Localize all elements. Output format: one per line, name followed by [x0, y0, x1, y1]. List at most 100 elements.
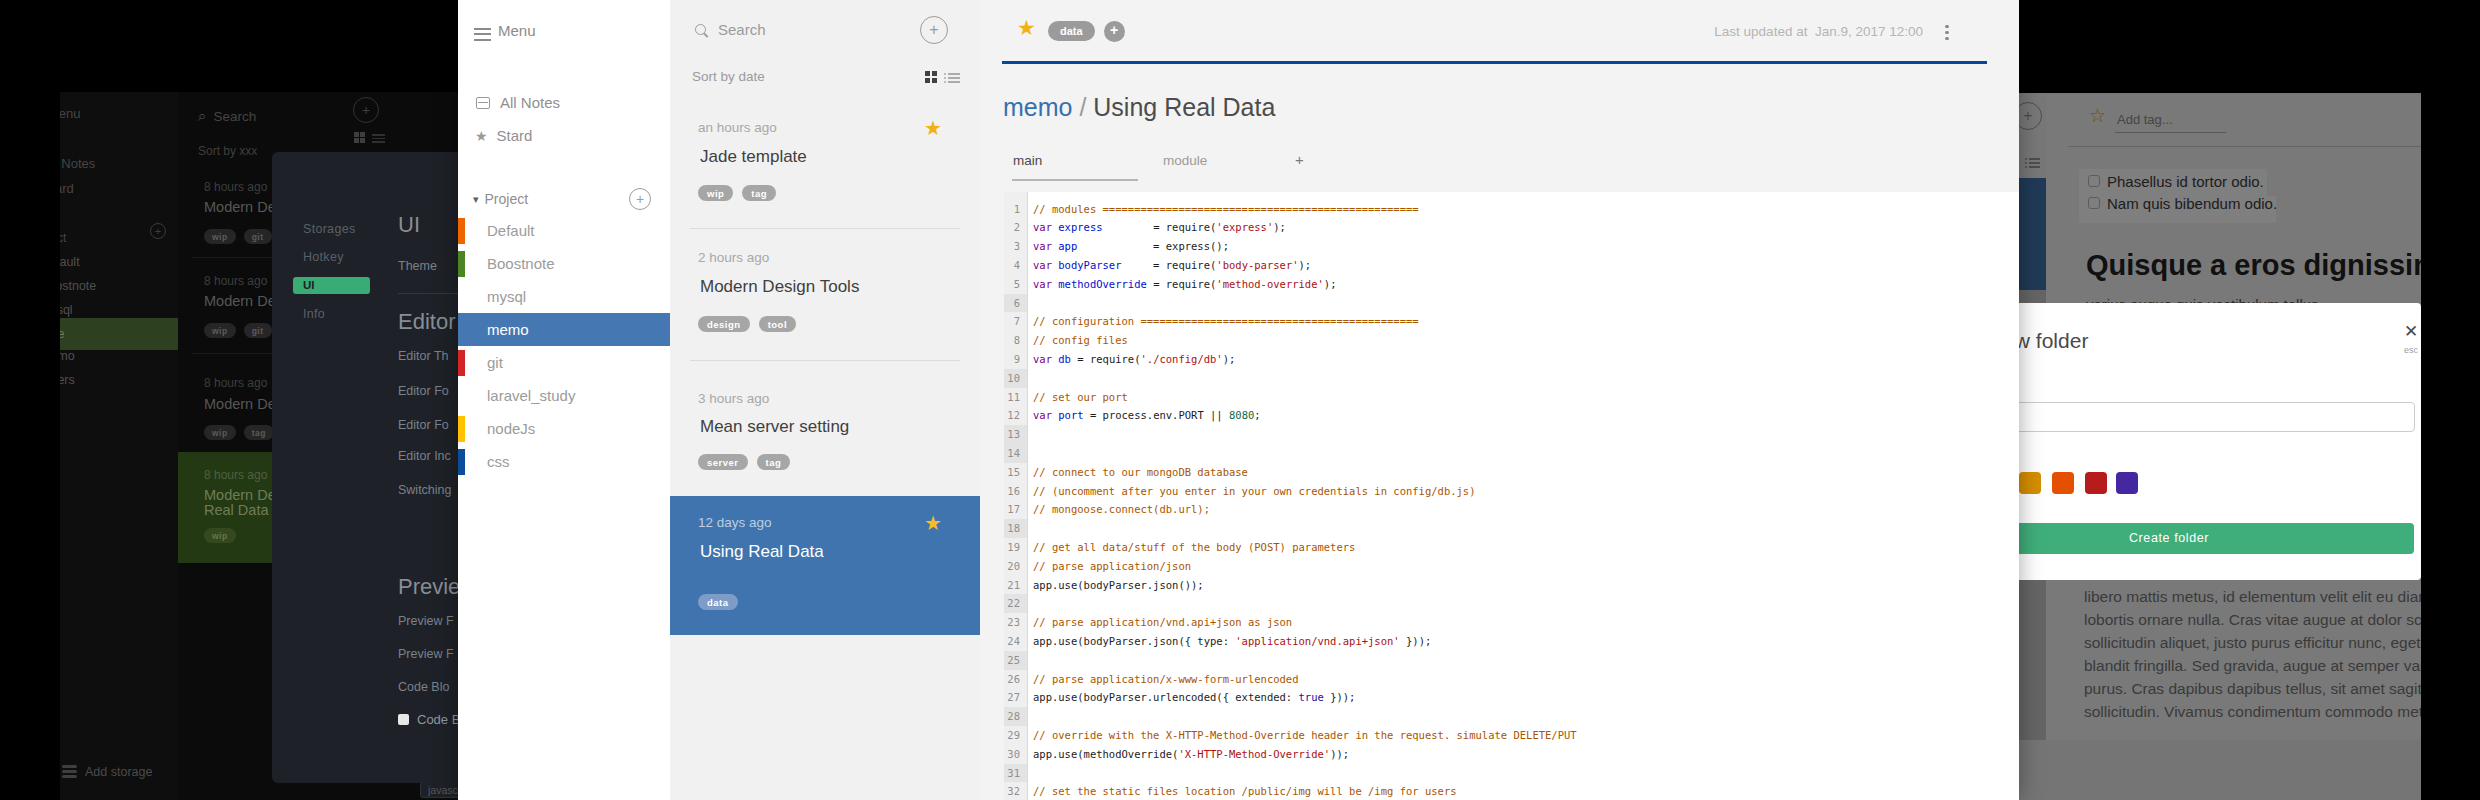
line-number: 1 [1004, 200, 1020, 219]
tab-main[interactable]: main [1013, 153, 1042, 168]
code-text: // mongoose.connect(db.url); [1033, 500, 1210, 519]
sidebar-folder-item[interactable]: memo [487, 313, 529, 346]
code-editor[interactable]: 1// modules ============================… [1004, 192, 2019, 800]
list-view-icon[interactable] [372, 132, 385, 145]
note-star-icon[interactable]: ★ [924, 511, 942, 535]
left-project-row[interactable]: ▾Project [60, 231, 66, 245]
left-folder-item[interactable]: Boostnote [60, 274, 96, 298]
list-view-icon[interactable] [944, 71, 960, 85]
sidebar-all-notes[interactable]: All Notes [476, 94, 560, 111]
create-folder-label: Create folder [2019, 523, 2414, 554]
note-tag-badge[interactable]: data [1048, 21, 1095, 41]
settings-item: Preview F [398, 647, 454, 661]
code-line: 19// get all data/stuff of the body (POS… [1004, 538, 2019, 557]
line-number: 3 [1004, 237, 1020, 256]
last-updated-label: Last updated at Jan.9, 2017 12:00 [1714, 24, 1923, 39]
kebab-menu-icon[interactable] [1945, 22, 1949, 43]
settings-menu-item[interactable]: Storages [303, 222, 355, 236]
settings-menu-item[interactable]: Hotkey [303, 250, 344, 264]
color-swatch[interactable] [2116, 472, 2138, 494]
settings-menu-item[interactable]: Info [303, 307, 325, 321]
left-sort-label[interactable]: Sort by xxx [198, 144, 257, 158]
line-number: 22 [1004, 594, 1020, 613]
tag-badge: data [698, 594, 738, 610]
line-number: 12 [1004, 406, 1020, 425]
tab-add-button[interactable]: + [1295, 151, 1304, 168]
sidebar-starred[interactable]: ★Stard [475, 127, 532, 144]
code-line: 8 // config files [1004, 331, 2019, 350]
search-field[interactable]: Search [695, 21, 766, 38]
left-folder-item[interactable]: note [60, 322, 64, 346]
settings-checkbox-row[interactable]: Code B [398, 712, 460, 727]
code-line: 29 // override with the X-HTTP-Method-Ove… [1004, 726, 2019, 745]
sidebar-folder-item[interactable]: Default [487, 214, 535, 247]
color-swatch[interactable] [2085, 472, 2107, 494]
settings-item: Editor Th [398, 349, 449, 363]
code-line: 27app.use(bodyParser.urlencoded({ extend… [1004, 688, 2019, 707]
code-text: // parse application/x-www-form-urlencod… [1033, 670, 1299, 689]
add-storage-button[interactable]: Add storage [62, 763, 152, 780]
color-swatch[interactable] [2052, 472, 2074, 494]
code-text: // config files [1033, 331, 1128, 350]
code-line: 14 [1004, 444, 2019, 463]
settings-section-heading: UI [398, 212, 420, 238]
tag-badge: git [244, 229, 272, 244]
left-new-note-button[interactable]: + [353, 97, 379, 123]
line-number: 8 [1004, 331, 1020, 350]
sidebar-folder-item[interactable]: nodeJs [487, 412, 535, 445]
plus-icon: + [921, 21, 947, 39]
menu-row[interactable]: Menu [60, 106, 81, 121]
new-note-button[interactable]: + [920, 16, 948, 44]
tab-module[interactable]: module [1163, 153, 1207, 168]
folder-name-input[interactable] [2019, 402, 2415, 432]
line-number: 18 [1004, 519, 1020, 538]
left-folder-item[interactable]: mysql [60, 298, 73, 322]
note-star-icon[interactable]: ★ [924, 116, 942, 140]
search-placeholder: Search [718, 21, 766, 38]
sidebar-folder-item[interactable]: mysql [487, 280, 526, 313]
drawer-icon [476, 97, 490, 109]
folder-color-chip [458, 251, 465, 277]
code-line: 12var port = process.env.PORT || 8080; [1004, 406, 2019, 425]
sort-by-label[interactable]: Sort by date [692, 69, 765, 84]
line-number: 31 [1004, 764, 1020, 783]
settings-menu-active-pill[interactable]: UI [293, 277, 370, 294]
grid-view-icon[interactable] [925, 71, 937, 83]
left-folder-item-selected[interactable] [60, 318, 178, 350]
left-all-notes[interactable]: ▤All Notes [60, 156, 95, 171]
line-number: 23 [1004, 613, 1020, 632]
plus-icon: + [151, 225, 165, 237]
left-search[interactable]: ⌕Search [198, 107, 256, 125]
line-number: 16 [1004, 482, 1020, 501]
left-folder-item[interactable]: memo [60, 344, 75, 368]
sidebar-project-row[interactable]: ▾Project [473, 191, 528, 207]
code-text: // override with the X-HTTP-Method-Overr… [1033, 726, 1577, 745]
menu-button[interactable] [474, 24, 491, 44]
close-icon[interactable]: ✕ [2404, 321, 2418, 342]
sidebar-folder-item[interactable]: Boostnote [487, 247, 555, 280]
sidebar-folder-item[interactable]: laravel_study [487, 379, 575, 412]
left-add-folder-button[interactable]: + [150, 223, 166, 239]
sidebar-folder-item[interactable]: css [487, 445, 510, 478]
settings-item: Theme [398, 259, 437, 273]
background-app-right: +☆Add tag...Phasellus id tortor odio.Nam… [2019, 93, 2421, 800]
add-tag-button[interactable]: + [1104, 21, 1125, 42]
code-line: 10 [1004, 369, 2019, 388]
create-folder-button[interactable]: Create folder [2019, 523, 2414, 554]
line-number: 21 [1004, 576, 1020, 595]
line-number: 14 [1004, 444, 1020, 463]
color-swatch[interactable] [2019, 472, 2041, 494]
editor-star-icon[interactable]: ★ [1017, 17, 1036, 38]
sidebar-folder-item[interactable]: git [487, 346, 503, 379]
code-line: 24app.use(bodyParser.json({ type: 'appli… [1004, 632, 2019, 651]
folder-color-chip [458, 350, 465, 376]
left-folder-item[interactable]: Default [60, 250, 80, 274]
line-number: 29 [1004, 726, 1020, 745]
tab-active-underline [1012, 179, 1138, 181]
code-line: 21app.use(bodyParser.json()); [1004, 576, 2019, 595]
grid-view-icon[interactable] [354, 132, 365, 143]
add-folder-button[interactable]: + [629, 188, 651, 210]
left-folder-item[interactable]: others [60, 368, 75, 392]
note-title: Jade template [700, 147, 807, 167]
left-starred[interactable]: ★Stard [60, 181, 74, 196]
